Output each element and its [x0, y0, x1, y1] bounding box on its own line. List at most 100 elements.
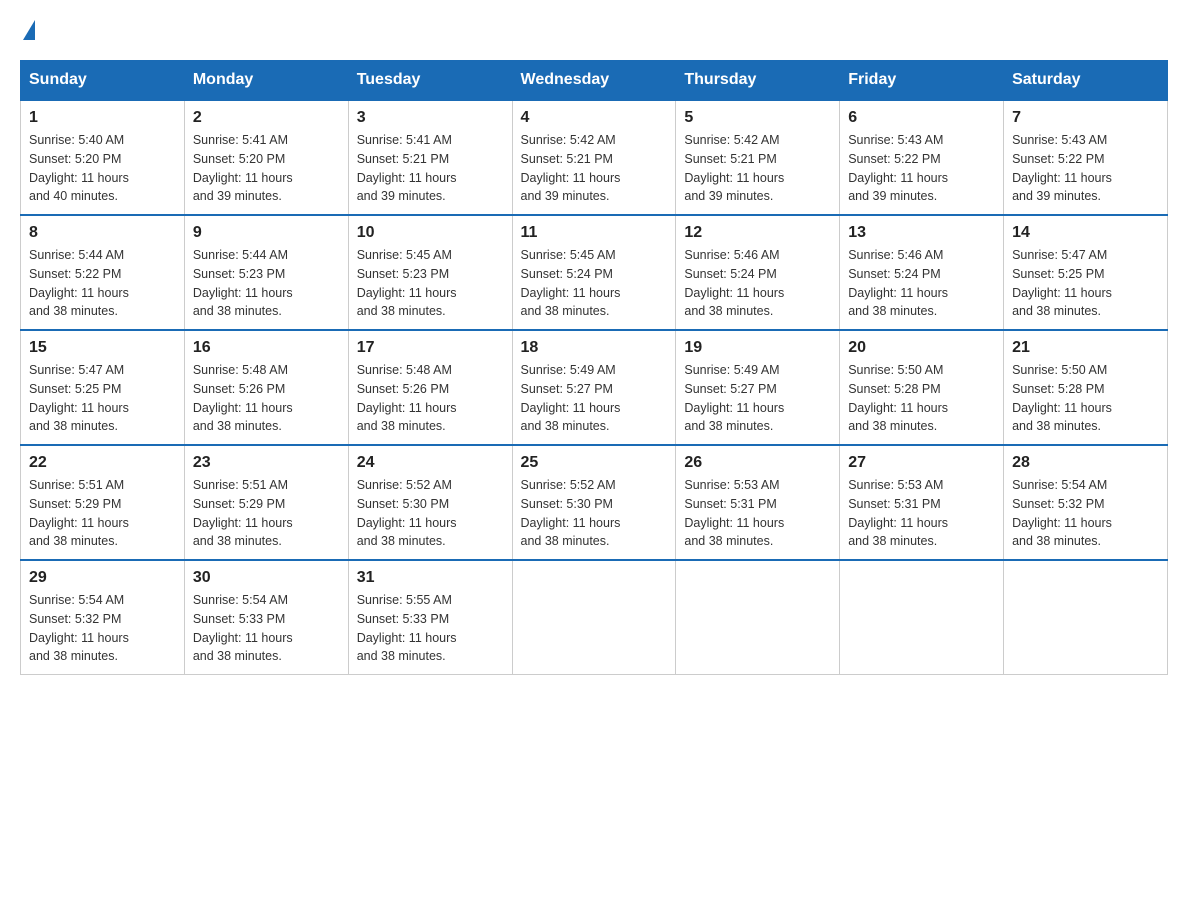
calendar-week-row: 29Sunrise: 5:54 AMSunset: 5:32 PMDayligh… — [21, 560, 1168, 675]
page-header — [20, 20, 1168, 40]
day-info: Sunrise: 5:44 AMSunset: 5:22 PMDaylight:… — [29, 246, 176, 321]
day-info: Sunrise: 5:53 AMSunset: 5:31 PMDaylight:… — [684, 476, 831, 551]
day-info: Sunrise: 5:41 AMSunset: 5:21 PMDaylight:… — [357, 131, 504, 206]
calendar-cell — [676, 560, 840, 675]
day-number: 22 — [29, 454, 176, 472]
day-info: Sunrise: 5:51 AMSunset: 5:29 PMDaylight:… — [29, 476, 176, 551]
day-info: Sunrise: 5:47 AMSunset: 5:25 PMDaylight:… — [1012, 246, 1159, 321]
day-number: 27 — [848, 454, 995, 472]
calendar-cell: 12 Sunrise: 5:46 AMSunset: 5:24 PMDayligh… — [676, 215, 840, 330]
calendar-week-row: 22 Sunrise: 5:51 AMSunset: 5:29 PMDayligh… — [21, 445, 1168, 560]
weekday-header-sunday: Sunday — [21, 61, 185, 101]
calendar-cell: 8 Sunrise: 5:44 AMSunset: 5:22 PMDaylight… — [21, 215, 185, 330]
day-info: Sunrise: 5:48 AMSunset: 5:26 PMDaylight:… — [193, 361, 340, 436]
day-number: 13 — [848, 224, 995, 242]
day-info: Sunrise: 5:54 AMSunset: 5:32 PMDaylight:… — [1012, 476, 1159, 551]
calendar-cell: 24 Sunrise: 5:52 AMSunset: 5:30 PMDayligh… — [348, 445, 512, 560]
logo-blue-text — [20, 20, 35, 40]
day-info: Sunrise: 5:54 AMSunset: 5:33 PMDaylight:… — [193, 591, 340, 666]
weekday-row: SundayMondayTuesdayWednesdayThursdayFrid… — [21, 61, 1168, 101]
day-number: 6 — [848, 109, 995, 127]
day-number: 3 — [357, 109, 504, 127]
day-info: Sunrise: 5:44 AMSunset: 5:23 PMDaylight:… — [193, 246, 340, 321]
calendar-header: SundayMondayTuesdayWednesdayThursdayFrid… — [21, 61, 1168, 101]
day-info: Sunrise: 5:49 AMSunset: 5:27 PMDaylight:… — [684, 361, 831, 436]
calendar-cell: 9 Sunrise: 5:44 AMSunset: 5:23 PMDaylight… — [184, 215, 348, 330]
weekday-header-friday: Friday — [840, 61, 1004, 101]
day-number: 18 — [521, 339, 668, 357]
calendar-cell: 4Sunrise: 5:42 AMSunset: 5:21 PMDaylight… — [512, 100, 676, 215]
calendar-cell: 11 Sunrise: 5:45 AMSunset: 5:24 PMDayligh… — [512, 215, 676, 330]
day-number: 30 — [193, 569, 340, 587]
calendar-cell: 18 Sunrise: 5:49 AMSunset: 5:27 PMDayligh… — [512, 330, 676, 445]
calendar-cell: 7 Sunrise: 5:43 AMSunset: 5:22 PMDaylight… — [1004, 100, 1168, 215]
logo-triangle-icon — [23, 20, 35, 40]
day-number: 9 — [193, 224, 340, 242]
day-number: 29 — [29, 569, 176, 587]
day-info: Sunrise: 5:40 AMSunset: 5:20 PMDaylight:… — [29, 131, 176, 206]
weekday-header-saturday: Saturday — [1004, 61, 1168, 101]
calendar-cell: 16 Sunrise: 5:48 AMSunset: 5:26 PMDayligh… — [184, 330, 348, 445]
day-info: Sunrise: 5:49 AMSunset: 5:27 PMDaylight:… — [521, 361, 668, 436]
day-number: 16 — [193, 339, 340, 357]
day-info: Sunrise: 5:48 AMSunset: 5:26 PMDaylight:… — [357, 361, 504, 436]
day-number: 24 — [357, 454, 504, 472]
calendar-body: 1 Sunrise: 5:40 AMSunset: 5:20 PMDaylight… — [21, 100, 1168, 675]
calendar-cell: 3 Sunrise: 5:41 AMSunset: 5:21 PMDaylight… — [348, 100, 512, 215]
day-info: Sunrise: 5:42 AMSunset: 5:21 PMDaylight:… — [684, 131, 831, 206]
calendar-cell: 6 Sunrise: 5:43 AMSunset: 5:22 PMDaylight… — [840, 100, 1004, 215]
calendar-cell: 15Sunrise: 5:47 AMSunset: 5:25 PMDayligh… — [21, 330, 185, 445]
day-number: 4 — [521, 109, 668, 127]
day-number: 12 — [684, 224, 831, 242]
calendar-cell: 13 Sunrise: 5:46 AMSunset: 5:24 PMDayligh… — [840, 215, 1004, 330]
calendar-cell: 2 Sunrise: 5:41 AMSunset: 5:20 PMDaylight… — [184, 100, 348, 215]
calendar-cell — [512, 560, 676, 675]
calendar-week-row: 15Sunrise: 5:47 AMSunset: 5:25 PMDayligh… — [21, 330, 1168, 445]
day-info: Sunrise: 5:46 AMSunset: 5:24 PMDaylight:… — [848, 246, 995, 321]
day-info: Sunrise: 5:50 AMSunset: 5:28 PMDaylight:… — [1012, 361, 1159, 436]
calendar-week-row: 8 Sunrise: 5:44 AMSunset: 5:22 PMDaylight… — [21, 215, 1168, 330]
weekday-header-tuesday: Tuesday — [348, 61, 512, 101]
day-number: 21 — [1012, 339, 1159, 357]
weekday-header-wednesday: Wednesday — [512, 61, 676, 101]
day-number: 26 — [684, 454, 831, 472]
day-number: 2 — [193, 109, 340, 127]
day-info: Sunrise: 5:43 AMSunset: 5:22 PMDaylight:… — [848, 131, 995, 206]
calendar-cell: 23Sunrise: 5:51 AMSunset: 5:29 PMDayligh… — [184, 445, 348, 560]
calendar-cell: 10 Sunrise: 5:45 AMSunset: 5:23 PMDayligh… — [348, 215, 512, 330]
calendar-cell: 1 Sunrise: 5:40 AMSunset: 5:20 PMDaylight… — [21, 100, 185, 215]
day-number: 19 — [684, 339, 831, 357]
day-info: Sunrise: 5:45 AMSunset: 5:24 PMDaylight:… — [521, 246, 668, 321]
day-info: Sunrise: 5:41 AMSunset: 5:20 PMDaylight:… — [193, 131, 340, 206]
calendar-cell: 30 Sunrise: 5:54 AMSunset: 5:33 PMDayligh… — [184, 560, 348, 675]
day-number: 5 — [684, 109, 831, 127]
day-number: 23 — [193, 454, 340, 472]
day-number: 7 — [1012, 109, 1159, 127]
day-info: Sunrise: 5:45 AMSunset: 5:23 PMDaylight:… — [357, 246, 504, 321]
day-number: 11 — [521, 224, 668, 242]
day-info: Sunrise: 5:46 AMSunset: 5:24 PMDaylight:… — [684, 246, 831, 321]
day-number: 14 — [1012, 224, 1159, 242]
calendar-cell — [1004, 560, 1168, 675]
day-number: 15 — [29, 339, 176, 357]
day-info: Sunrise: 5:50 AMSunset: 5:28 PMDaylight:… — [848, 361, 995, 436]
calendar-cell: 25Sunrise: 5:52 AMSunset: 5:30 PMDayligh… — [512, 445, 676, 560]
day-info: Sunrise: 5:55 AMSunset: 5:33 PMDaylight:… — [357, 591, 504, 666]
day-number: 8 — [29, 224, 176, 242]
calendar-cell: 26 Sunrise: 5:53 AMSunset: 5:31 PMDayligh… — [676, 445, 840, 560]
calendar-cell: 31Sunrise: 5:55 AMSunset: 5:33 PMDayligh… — [348, 560, 512, 675]
calendar-cell: 28 Sunrise: 5:54 AMSunset: 5:32 PMDayligh… — [1004, 445, 1168, 560]
calendar-cell — [840, 560, 1004, 675]
calendar-cell: 27 Sunrise: 5:53 AMSunset: 5:31 PMDayligh… — [840, 445, 1004, 560]
day-number: 28 — [1012, 454, 1159, 472]
day-info: Sunrise: 5:52 AMSunset: 5:30 PMDaylight:… — [357, 476, 504, 551]
day-number: 17 — [357, 339, 504, 357]
day-number: 1 — [29, 109, 176, 127]
weekday-header-thursday: Thursday — [676, 61, 840, 101]
day-info: Sunrise: 5:43 AMSunset: 5:22 PMDaylight:… — [1012, 131, 1159, 206]
day-info: Sunrise: 5:53 AMSunset: 5:31 PMDaylight:… — [848, 476, 995, 551]
day-number: 10 — [357, 224, 504, 242]
calendar-cell: 17 Sunrise: 5:48 AMSunset: 5:26 PMDayligh… — [348, 330, 512, 445]
calendar-cell: 14 Sunrise: 5:47 AMSunset: 5:25 PMDayligh… — [1004, 215, 1168, 330]
day-number: 25 — [521, 454, 668, 472]
